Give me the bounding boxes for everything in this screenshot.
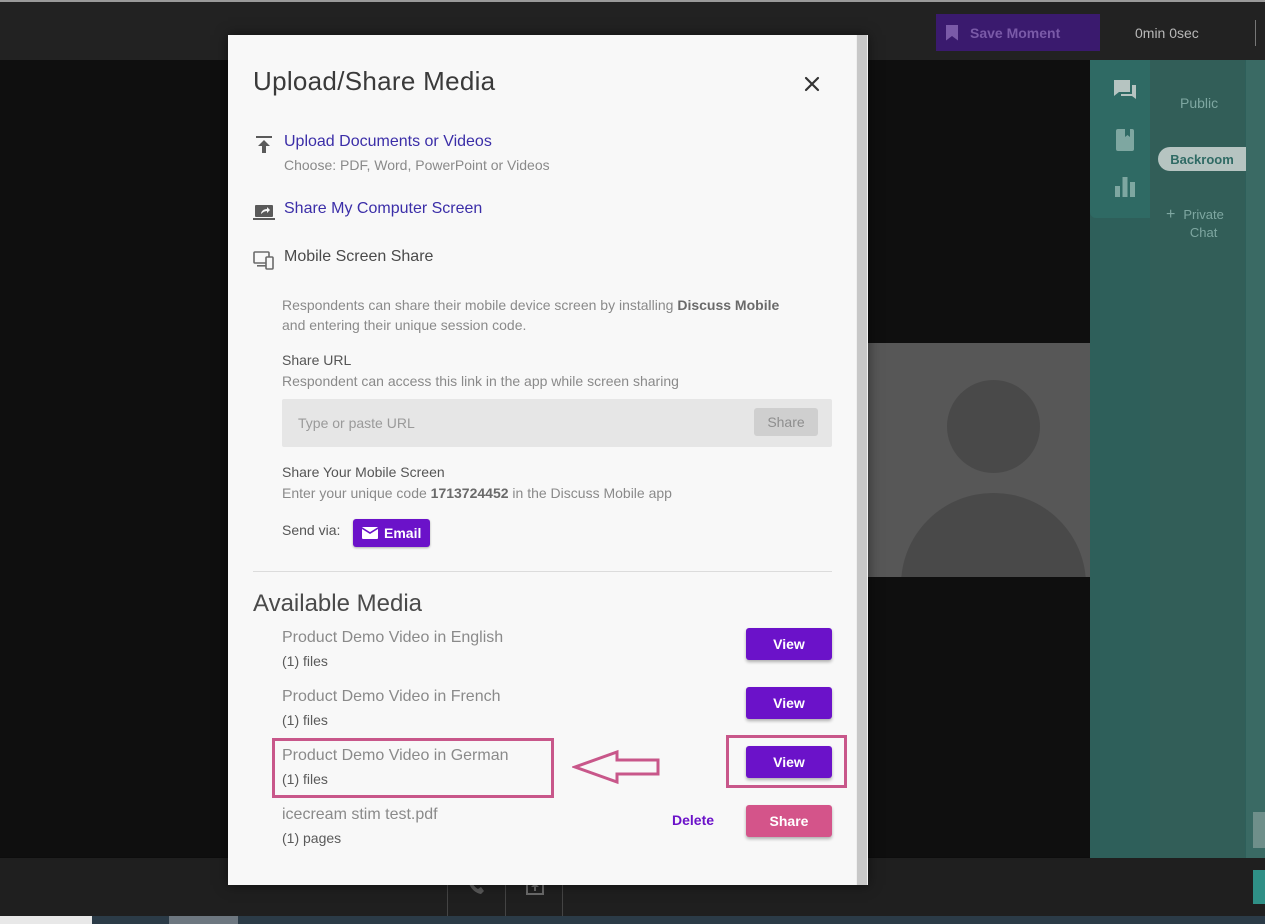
annotation-highlight-box [272, 738, 554, 798]
private-chat-button[interactable]: + Private Chat [1166, 206, 1224, 242]
private-chat-label: Private Chat [1183, 206, 1223, 242]
chat-channel-list [1150, 60, 1245, 858]
share-media-button[interactable]: Share [746, 805, 832, 837]
session-code-prefix: Enter your unique code [282, 485, 431, 501]
poll-icon[interactable] [1112, 173, 1138, 199]
upload-documents-link[interactable]: Upload Documents or Videos [284, 133, 492, 151]
topbar-divider [1255, 20, 1256, 46]
share-mobile-screen-title: Share Your Mobile Screen [282, 464, 445, 480]
email-button-label: Email [384, 525, 422, 541]
dialog-title: Upload/Share Media [253, 66, 496, 96]
view-button[interactable]: View [746, 628, 832, 660]
close-icon[interactable] [801, 73, 823, 95]
available-media-title: Available Media [253, 590, 422, 617]
taskbar-item[interactable] [0, 916, 92, 924]
avatar-head [947, 380, 1040, 473]
teal-corner-button[interactable] [1253, 870, 1265, 904]
mobile-app-name: Discuss Mobile [677, 297, 780, 313]
backroom-channel[interactable]: Backroom [1158, 147, 1246, 171]
taskbar-item[interactable] [169, 916, 238, 924]
share-computer-screen-link[interactable]: Share My Computer Screen [284, 200, 482, 218]
mobile-desc-text-2: and entering their unique session code. [282, 317, 527, 333]
chat-icon[interactable] [1112, 78, 1138, 104]
annotation-arrow-icon [572, 749, 660, 785]
share-url-button[interactable]: Share [754, 408, 818, 436]
avatar-shoulders [901, 493, 1086, 577]
delete-button[interactable]: Delete [672, 812, 714, 828]
plus-icon: + [1166, 206, 1176, 223]
share-url-title: Share URL [282, 352, 352, 368]
share-url-description: Respondent can access this link in the a… [282, 373, 679, 389]
dialog-scrollbar[interactable] [856, 35, 868, 885]
share-url-box: Share [282, 399, 832, 447]
side-panel-scrollbar[interactable] [1246, 60, 1265, 858]
side-panel-scroll-thumb[interactable] [1253, 812, 1265, 848]
email-icon [362, 527, 378, 539]
annotation-highlight-box [726, 735, 847, 788]
save-moment-label: Save Moment [970, 24, 1061, 41]
public-channel[interactable]: Public [1180, 95, 1218, 111]
media-item-count: (1) files [282, 653, 328, 669]
save-moment-button[interactable]: Save Moment [936, 14, 1100, 51]
section-divider [253, 571, 832, 572]
upload-documents-hint: Choose: PDF, Word, PowerPoint or Videos [284, 157, 550, 173]
media-item-count: (1) pages [282, 830, 342, 846]
share-url-input[interactable] [288, 403, 748, 443]
mobile-screen-share-label: Mobile Screen Share [284, 248, 434, 265]
screen-share-icon [253, 205, 275, 220]
notebook-icon[interactable] [1112, 127, 1138, 153]
send-via-label: Send via: [282, 522, 341, 538]
session-code-line: Enter your unique code 1713724452 in the… [282, 483, 834, 503]
dialog-scroll-thumb[interactable] [857, 35, 867, 885]
mobile-share-description: Respondents can share their mobile devic… [282, 295, 834, 335]
private-chat-line2: Chat [1189, 225, 1218, 240]
os-taskbar [0, 916, 1265, 924]
mobile-screen-icon [253, 251, 274, 270]
private-chat-line1: Private [1183, 207, 1224, 222]
bookmark-icon [946, 24, 958, 41]
upload-icon [256, 136, 272, 153]
view-button[interactable]: View [746, 687, 832, 719]
media-item-name: Product Demo Video in French [282, 688, 501, 705]
session-code-suffix: in the Discuss Mobile app [508, 485, 672, 501]
media-item-name: Product Demo Video in English [282, 629, 504, 646]
media-item-name: icecream stim test.pdf [282, 806, 438, 823]
media-item-count: (1) files [282, 712, 328, 728]
session-code: 1713724452 [430, 485, 509, 501]
email-button[interactable]: Email [353, 519, 430, 547]
session-timer: 0min 0sec [1135, 25, 1199, 41]
mobile-desc-text: Respondents can share their mobile devic… [282, 297, 678, 313]
